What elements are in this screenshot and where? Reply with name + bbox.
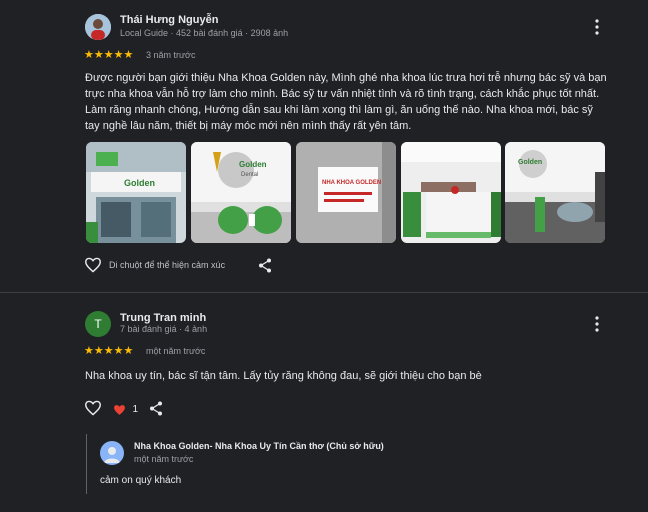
reviewer-name[interactable]: Thái Hưng Nguyễn [120,14,218,26]
svg-text:Dental: Dental [241,172,258,178]
review-time: 3 năm trước [146,50,196,60]
review-photo-2[interactable]: Golden Dental [191,142,291,243]
review-photo-5[interactable]: Golden [505,142,605,243]
avatar-initial: T [94,317,102,331]
reviewer-meta: Local Guide · 452 bài đánh giá · 2908 ản… [120,28,289,38]
owner-avatar[interactable] [100,441,124,465]
star-rating: ★★★★★ [84,345,134,357]
review-time: một năm trước [146,346,206,356]
share-icon[interactable] [258,258,272,273]
svg-text:Golden: Golden [239,160,267,169]
svg-text:NHA KHOA GOLDEN: NHA KHOA GOLDEN [322,180,381,186]
review-photo-3[interactable]: NHA KHOA GOLDEN [296,142,396,243]
share-icon[interactable] [149,401,163,416]
photo-sign-text: Golden [124,178,155,188]
star-rating: ★★★★★ [84,49,134,61]
owner-name: Nha Khoa Golden- Nha Khoa Uy Tín Cần thơ… [134,441,384,451]
review-text: Được người bạn giới thiệu Nha Khoa Golde… [85,72,607,132]
review-photo-1[interactable]: Golden [86,142,186,243]
reviewer-avatar[interactable] [85,14,111,40]
review-text: Nha khoa uy tín, bác sĩ tận tâm. Lấy tủy… [85,370,482,382]
more-options-icon[interactable] [590,315,604,333]
owner-reply-bar [86,434,87,494]
like-count: 1 [132,404,139,416]
reviewer-meta: 7 bài đánh giá · 4 ảnh [120,324,208,334]
owner-reply-time: một năm trước [134,454,194,464]
review-photo-4[interactable] [401,142,501,243]
heart-outline-icon[interactable] [84,257,102,273]
reviewer-avatar[interactable]: T [85,311,111,337]
like-count-button[interactable]: 1 [113,401,138,415]
heart-outline-icon[interactable] [84,400,102,416]
review-divider [0,292,648,293]
reaction-hint: Di chuột để thể hiện cảm xúc [109,260,226,270]
reviewer-name[interactable]: Trung Tran minh [120,312,206,324]
more-options-icon[interactable] [590,18,604,36]
heart-filled-icon [114,404,125,415]
svg-text:Golden: Golden [518,159,542,166]
owner-reply-text: cảm on quý khách [100,475,182,486]
